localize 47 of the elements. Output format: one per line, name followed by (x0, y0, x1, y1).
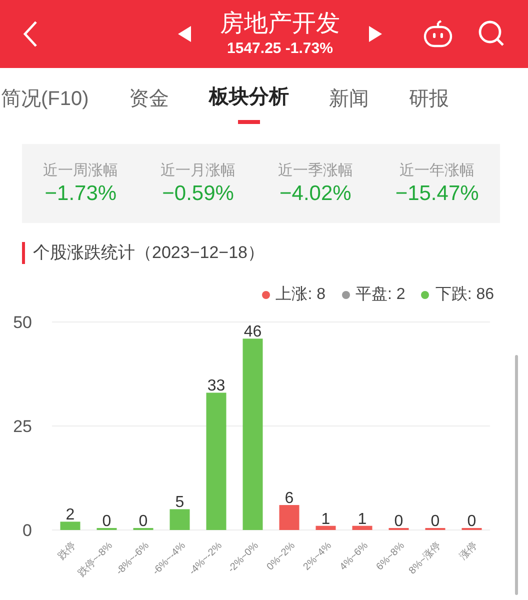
bar (170, 509, 190, 530)
value-label: 5 (175, 494, 184, 512)
value-label: 6 (284, 490, 294, 508)
legend-label: 上涨: 8 (276, 284, 326, 305)
tab[interactable]: 简况(F10) (1, 68, 89, 128)
value-label: 0 (394, 513, 404, 530)
category-label: 跌停 (56, 540, 78, 562)
stat-value: −15.47% (395, 182, 479, 206)
value-label: 1 (358, 510, 367, 528)
tab[interactable]: 研报 (408, 68, 449, 128)
axis-tick-label: 50 (13, 313, 32, 332)
sector-title: 房地产开发 (220, 9, 340, 39)
tab[interactable]: 新闻 (328, 68, 369, 128)
stat-label: 近一月涨幅 (160, 161, 236, 180)
stat-value: −0.59% (162, 182, 234, 206)
bar (279, 505, 300, 530)
next-icon[interactable] (368, 26, 382, 42)
back-icon[interactable] (22, 20, 38, 48)
stat-value: −1.73% (44, 182, 117, 206)
bar (316, 526, 336, 530)
legend-label: 平盘: 2 (356, 285, 406, 305)
value-label: 46 (244, 324, 262, 341)
robot-icon[interactable] (422, 19, 454, 49)
value-label: 0 (430, 513, 440, 530)
legend-label: 下跌: 86 (435, 285, 494, 305)
stat-label: 近一季涨幅 (278, 161, 353, 180)
bar (60, 522, 80, 530)
value-label: 0 (138, 513, 148, 530)
stat-label: 近一周涨幅 (43, 161, 118, 180)
value-label: 0 (467, 513, 476, 530)
bar (352, 526, 372, 530)
value-label: 1 (321, 510, 330, 528)
sector-quote: 1547.25 -1.73% (227, 39, 333, 59)
stat-label: 近一年涨幅 (400, 161, 475, 180)
category-label: 涨停 (458, 540, 480, 562)
previous-icon[interactable] (178, 26, 192, 42)
axis-tick-label: 0 (22, 521, 32, 540)
value-label: 33 (207, 378, 226, 395)
search-icon[interactable] (478, 20, 506, 48)
value-label: 0 (102, 513, 112, 530)
section-accent (22, 242, 25, 264)
axis-tick-label: 25 (13, 417, 32, 436)
scrollbar[interactable] (515, 355, 518, 595)
tab[interactable]: 资金 (128, 68, 169, 128)
stat-value: −4.02% (280, 182, 352, 206)
value-label: 2 (66, 506, 75, 524)
section-title: 个股涨跌统计（2023−12−18） (33, 242, 264, 264)
